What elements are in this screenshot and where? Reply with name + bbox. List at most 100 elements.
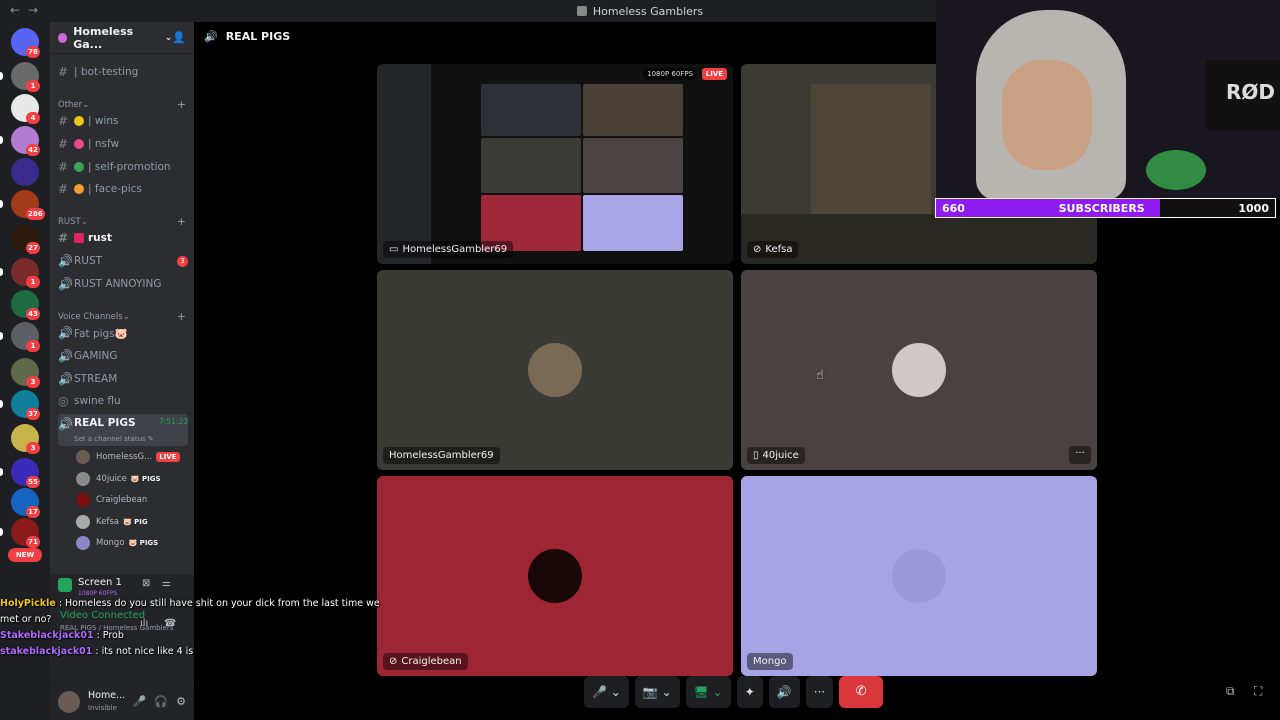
- mic-icon[interactable]: 🎤: [133, 695, 147, 708]
- unread-pill: [0, 468, 3, 476]
- voice-user[interactable]: Craiglebean: [76, 490, 191, 510]
- channel-label: GAMING: [74, 350, 118, 362]
- more-options-button[interactable]: ···: [1069, 446, 1091, 464]
- stage-channel-swine-flu[interactable]: ◎ swine flu: [58, 391, 188, 411]
- camera-toggle[interactable]: 📷 ⌄: [634, 676, 680, 708]
- category-rust[interactable]: RUST ⌄ +: [58, 215, 186, 228]
- category-label: Voice Channels: [58, 311, 123, 322]
- tile-stream-homeless[interactable]: 1080P 60FPS LIVE ▭ HomelessGambler69: [377, 64, 733, 264]
- popout-icon[interactable]: ⧉: [1226, 684, 1235, 699]
- channel-wins[interactable]: # | wins: [58, 111, 188, 131]
- nav-arrows[interactable]: ←→: [10, 3, 46, 17]
- voice-user[interactable]: HomelessG... LIVE: [76, 447, 191, 467]
- voice-channel-rust[interactable]: 🔊 RUST 3: [58, 251, 188, 271]
- tile-40juice[interactable]: ▯ 40juice ···: [741, 270, 1097, 470]
- voice-channel-fat-pigs[interactable]: 🔊 Fat pigs🐷: [58, 323, 188, 343]
- category-label: RUST: [58, 216, 81, 227]
- stream-settings-icon[interactable]: ⚌: [162, 578, 171, 589]
- role-tag: 🐷 PIG: [123, 517, 148, 526]
- tile-name: Mongo: [747, 653, 793, 670]
- speaker-icon: 🔊: [58, 372, 73, 386]
- channel-label: | wins: [88, 115, 119, 127]
- tile-label: HomelessGambler69: [402, 244, 508, 255]
- voice-user[interactable]: Mongo 🐷 PIGS: [76, 533, 191, 553]
- server-badge: 27: [26, 242, 40, 254]
- voice-channel-gaming[interactable]: 🔊 GAMING: [58, 346, 188, 366]
- fullscreen-icon[interactable]: ⛶: [1254, 684, 1262, 699]
- channel-rust[interactable]: # rust: [58, 228, 188, 248]
- streamer-face: [1002, 60, 1092, 170]
- chat-message: stakeblackjack01 : its not nice like 4 i…: [0, 644, 380, 660]
- activity-button[interactable]: ✦: [736, 676, 763, 708]
- tile-name: ⊘ Craiglebean: [383, 653, 468, 670]
- tile-craiglebean[interactable]: ⊘ Craiglebean: [377, 476, 733, 676]
- voice-channel-rust-annoying[interactable]: 🔊 RUST ANNOYING: [58, 274, 188, 294]
- stage-icon: ◎: [58, 394, 69, 408]
- channel-label: | self-promotion: [88, 161, 171, 173]
- hand-cursor-icon: ☝: [816, 368, 824, 383]
- voice-user-name: Mongo: [96, 538, 125, 548]
- stream-chat-overlay: HolyPickle : Homeless do you still have …: [0, 596, 380, 660]
- chevron-down-icon: ⌄: [82, 99, 90, 110]
- channel-self-promotion[interactable]: # | self-promotion: [58, 157, 188, 177]
- tile-name: HomelessGambler69: [383, 447, 500, 464]
- mic-toggle[interactable]: 🎤 ⌄: [584, 676, 629, 708]
- channel-label: STREAM: [74, 373, 118, 385]
- channel-face-pics[interactable]: # | face-pics: [58, 179, 188, 199]
- category-other[interactable]: Other ⌄ +: [58, 98, 186, 111]
- stage-title: REAL PIGS: [225, 30, 291, 43]
- unread-pill: [0, 200, 3, 208]
- user-info[interactable]: Home... Invisible: [88, 690, 125, 714]
- set-status-link[interactable]: Set a channel status ✎: [58, 435, 188, 443]
- add-channel-icon[interactable]: +: [177, 215, 186, 228]
- green-light: [1146, 150, 1206, 190]
- live-badge: LIVE: [156, 452, 180, 462]
- voice-channel-stream[interactable]: 🔊 STREAM: [58, 369, 188, 389]
- invite-icon[interactable]: 👤: [172, 31, 186, 44]
- add-channel-icon[interactable]: +: [177, 98, 186, 111]
- guild-header[interactable]: Homeless Ga... ⌄ 👤: [50, 22, 194, 54]
- unread-pill: [0, 268, 3, 276]
- mention-badge: 3: [177, 255, 188, 267]
- user-status: Invisible: [88, 703, 117, 712]
- avatar: [528, 549, 582, 603]
- stream-mini-tile: [583, 84, 683, 136]
- stop-stream-icon[interactable]: ⊠: [142, 578, 150, 589]
- voice-user-name: Craiglebean: [96, 495, 148, 505]
- server-icon[interactable]: [11, 158, 39, 186]
- speaker-icon: 🔊: [58, 277, 73, 291]
- server-badge: 3: [26, 376, 40, 388]
- add-channel-icon[interactable]: +: [177, 310, 186, 323]
- mobile-icon: ▯: [753, 450, 759, 461]
- call-controls: 🎤 ⌄ 📷 ⌄ 🖥 ⌄ ✦ 🔊 ··· ✆: [584, 676, 884, 708]
- guild-icon: [58, 32, 68, 43]
- tile-label: 40juice: [762, 450, 799, 461]
- voice-channel-real-pigs[interactable]: 🔊 REAL PIGS 7:51:23 Set a channel status …: [58, 414, 188, 446]
- avatar: [528, 343, 582, 397]
- speaker-icon: 🔊: [58, 254, 73, 268]
- avatar: [892, 549, 946, 603]
- more-button[interactable]: ···: [805, 676, 834, 708]
- voice-user[interactable]: 40juice 🐷 PIGS: [76, 469, 191, 489]
- avatar[interactable]: [58, 690, 80, 713]
- chat-text: : Homeless do you still have shit on you…: [0, 598, 380, 625]
- speaker-icon: 🔊: [58, 417, 73, 431]
- gear-icon[interactable]: ⚙: [176, 695, 186, 708]
- muted-video-icon: ⊘: [753, 244, 762, 255]
- voice-user[interactable]: Kefsa 🐷 PIG: [76, 512, 191, 532]
- headset-icon[interactable]: 🎧: [154, 695, 168, 708]
- server-badge: 37: [26, 408, 40, 420]
- disconnect-button[interactable]: ✆: [839, 676, 884, 708]
- tile-homeless[interactable]: HomelessGambler69: [377, 270, 733, 470]
- user-panel: Home... Invisible 🎤 🎧 ⚙: [50, 682, 194, 720]
- screen-share-button[interactable]: 🖥 ⌄: [685, 676, 731, 708]
- channel-label: RUST: [74, 255, 103, 267]
- unread-pill: [0, 332, 3, 340]
- server-badge: 43: [26, 308, 40, 320]
- category-voice-channels[interactable]: Voice Channels ⌄ +: [58, 310, 186, 323]
- soundboard-button[interactable]: 🔊: [768, 676, 800, 708]
- channel-bot-testing[interactable]: # | bot-testing: [58, 62, 188, 82]
- channel-nsfw[interactable]: # | nsfw: [58, 134, 188, 154]
- tile-mongo[interactable]: Mongo: [741, 476, 1097, 676]
- chat-username: HolyPickle: [0, 598, 56, 609]
